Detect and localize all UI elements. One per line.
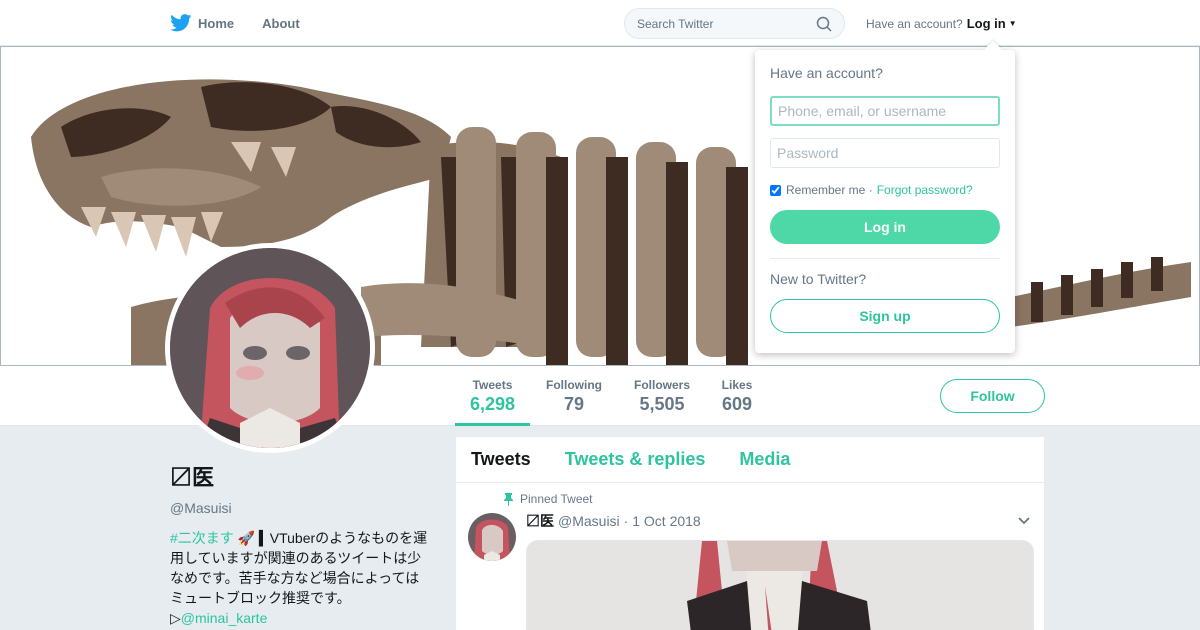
nav-about[interactable]: About (262, 16, 300, 31)
timeline-tabs: Tweets Tweets & replies Media (456, 437, 1044, 483)
stat-value: 79 (563, 394, 585, 414)
tweet-header: 〼医 @Masuisi · 1 Oct 2018 (526, 511, 1031, 531)
profile-avatar[interactable] (165, 243, 375, 453)
signup-button[interactable]: Sign up (770, 299, 1000, 333)
bio-hashtag-link[interactable]: #二次ます (170, 530, 234, 546)
nav-about-label: About (262, 15, 300, 31)
top-navigation: Home About Search Twitter Have an accoun… (0, 0, 1200, 46)
remember-me-checkbox[interactable] (770, 184, 781, 196)
stat-value: 609 (721, 394, 753, 414)
search-placeholder: Search Twitter (637, 16, 714, 31)
account-prompt: Have an account? (866, 16, 963, 31)
tab-tweets-replies[interactable]: Tweets & replies (565, 449, 706, 470)
profile-card: 〼医 @Masuisi #二次ます 🚀 ▍VTuberのようなものを運用していま… (170, 460, 430, 628)
search-input[interactable]: Search Twitter (624, 8, 845, 39)
tweet-date[interactable]: · 1 Oct 2018 (624, 513, 701, 529)
login-button[interactable]: Log in (770, 210, 1000, 244)
stat-following[interactable]: Following 79 (540, 378, 608, 415)
tweet-author-name[interactable]: 〼医 (526, 511, 554, 531)
stat-likes[interactable]: Likes 609 (715, 378, 759, 415)
password-field[interactable] (770, 138, 1000, 168)
pin-icon (504, 492, 513, 506)
remember-row: Remember me · Forgot password? (770, 183, 1000, 197)
pinned-indicator: Pinned Tweet (503, 492, 593, 506)
avatar-illustration (170, 248, 370, 448)
tab-media[interactable]: Media (739, 449, 790, 470)
search-icon[interactable] (816, 16, 832, 32)
tweet-media-image[interactable] (526, 540, 1034, 630)
forgot-password-link[interactable]: Forgot password? (877, 183, 973, 197)
pinned-label: Pinned Tweet (520, 492, 593, 506)
remember-label: Remember me · (786, 183, 873, 197)
tweet-avatar-image (468, 513, 516, 561)
tweet-media-illustration (527, 541, 1033, 630)
profile-handle[interactable]: @Masuisi (170, 500, 430, 516)
twitter-bird-icon (170, 14, 192, 32)
tweet-author-handle[interactable]: @Masuisi (558, 513, 620, 529)
caret-down-icon: ▼ (1008, 19, 1017, 28)
bio-mention-link[interactable]: @minai_karte (181, 610, 268, 626)
login-link[interactable]: Log in (967, 16, 1006, 31)
stat-label: Followers (633, 378, 690, 392)
follow-button[interactable]: Follow (940, 379, 1045, 413)
dropdown-title: Have an account? (770, 65, 883, 81)
bio-link-prefix: ▷ (170, 610, 181, 626)
tab-tweets[interactable]: Tweets (471, 449, 531, 470)
tweet-avatar[interactable] (468, 513, 516, 561)
chevron-down-icon[interactable] (1017, 516, 1031, 526)
account-menu[interactable]: Have an account? Log in ▼ (866, 16, 1017, 31)
stat-value: 5,505 (639, 394, 685, 414)
stat-label: Tweets (472, 378, 513, 392)
username-field[interactable] (770, 96, 1000, 126)
stat-tweets[interactable]: Tweets 6,298 (455, 378, 530, 426)
new-to-twitter-prompt: New to Twitter? (770, 271, 867, 287)
profile-bio: #二次ます 🚀 ▍VTuberのようなものを運用していますが関連のあるツイートは… (170, 528, 430, 628)
nav-home-label: Home (198, 15, 235, 31)
stat-followers[interactable]: Followers 5,505 (628, 378, 696, 415)
stat-value: 6,298 (469, 394, 516, 414)
dropdown-divider (770, 258, 1000, 259)
login-dropdown: Have an account? Remember me · Forgot pa… (755, 50, 1015, 353)
nav-home[interactable]: Home (170, 14, 234, 32)
stat-label: Likes (721, 378, 753, 392)
timeline: Tweets Tweets & replies Media Pinned Twe… (456, 437, 1044, 630)
stat-label: Following (546, 378, 602, 392)
display-name[interactable]: 〼医 (170, 460, 430, 492)
